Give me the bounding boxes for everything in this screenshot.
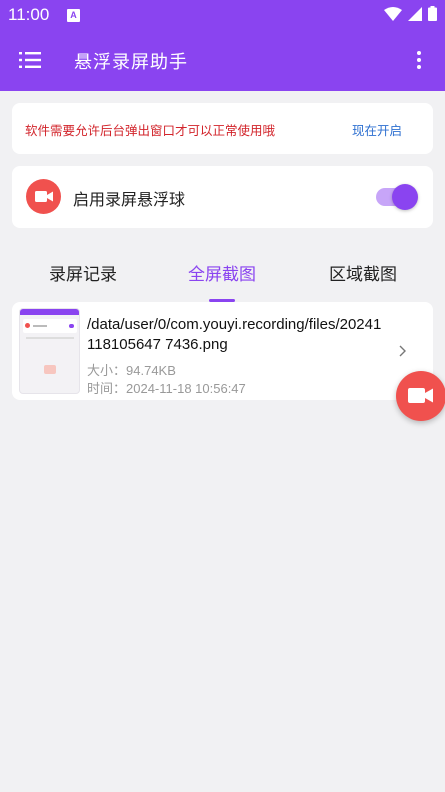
page-title: 悬浮录屏助手 (74, 52, 188, 73)
tab-bar: 录屏记录 全屏截图 区域截图 (0, 248, 445, 302)
file-path: /data/user/0/com.youyi.recording/files/2… (87, 316, 382, 353)
battery-icon (428, 6, 437, 21)
status-icons (384, 6, 437, 21)
chevron-right-icon (399, 345, 406, 357)
video-camera-icon (26, 179, 61, 214)
tab-region-screenshots[interactable]: 区域截图 (293, 260, 433, 285)
status-bar: 11:00 A (0, 0, 445, 32)
app-header: 11:00 A 悬浮录屏助手 (0, 0, 445, 91)
tab-recordings[interactable]: 录屏记录 (13, 260, 153, 285)
video-camera-icon (408, 388, 433, 403)
switch-thumb[interactable] (392, 184, 418, 210)
list-item[interactable]: /data/user/0/com.youyi.recording/files/2… (12, 302, 433, 400)
notice-text: 软件需要允许后台弹出窗口才可以正常使用哦 (25, 123, 276, 138)
list-menu-icon[interactable] (19, 51, 41, 69)
floating-ball-card: 启用录屏悬浮球 (12, 166, 433, 228)
floating-ball-label: 启用录屏悬浮球 (73, 190, 186, 209)
floating-record-button[interactable] (396, 371, 445, 421)
file-time: 时间：2024-11-18 10:56:47 (87, 381, 246, 397)
signal-icon (408, 6, 422, 21)
screenshot-thumbnail (19, 308, 80, 394)
enable-now-button[interactable]: 现在开启 (352, 120, 402, 139)
file-size: 大小：94.74KB (87, 363, 176, 379)
status-time: 11:00 (8, 5, 50, 24)
tab-fullscreen-screenshots[interactable]: 全屏截图 (152, 260, 292, 285)
notification-icon: A (67, 9, 80, 22)
permission-notice: 软件需要允许后台弹出窗口才可以正常使用哦 现在开启 (12, 103, 433, 154)
wifi-icon (384, 6, 402, 21)
more-vert-icon[interactable] (415, 50, 423, 70)
